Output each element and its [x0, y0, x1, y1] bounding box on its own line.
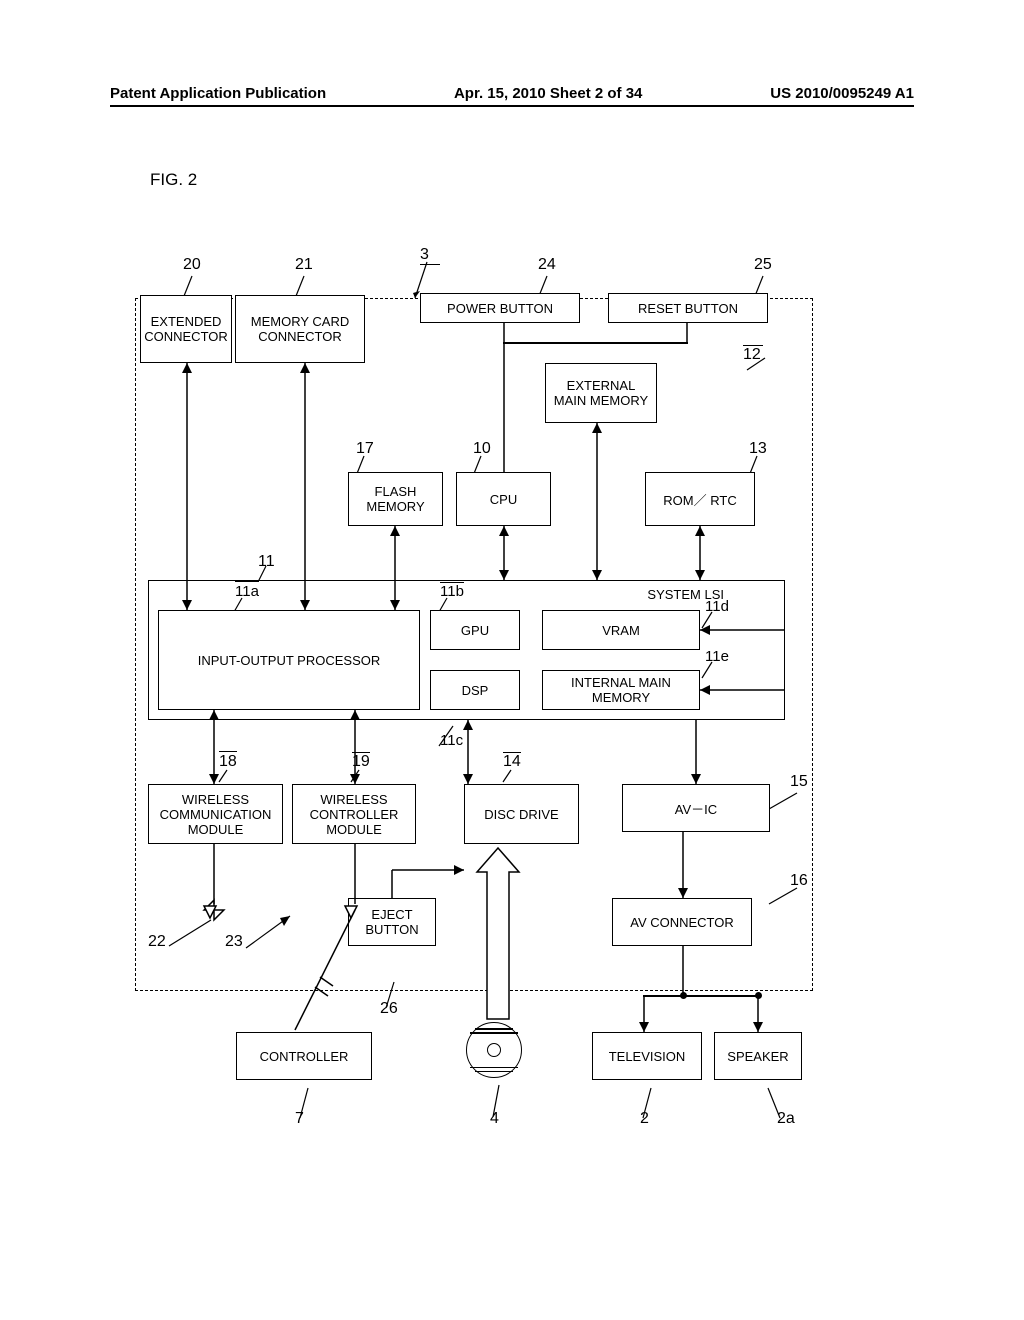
ref-15: 15 — [790, 773, 808, 791]
ref-11e: 11e — [705, 648, 729, 665]
ref-18: 18 — [219, 753, 237, 771]
ref-17: 17 — [356, 440, 374, 458]
ref-11b: 11b — [440, 583, 464, 600]
block-wireless-comm: WIRELESS COMMUNICATION MODULE — [148, 784, 283, 844]
block-cpu: CPU — [456, 472, 551, 526]
ref-11a: 11a — [235, 583, 259, 600]
block-av-connector: AV CONNECTOR — [612, 898, 752, 946]
block-flash-memory: FLASH MEMORY — [348, 472, 443, 526]
header-center: Apr. 15, 2010 Sheet 2 of 34 — [454, 85, 642, 102]
block-power-button: POWER BUTTON — [420, 293, 580, 323]
ref-21: 21 — [295, 256, 313, 274]
block-external-main-memory: EXTERNAL MAIN MEMORY — [545, 363, 657, 423]
block-gpu: GPU — [430, 610, 520, 650]
header-right: US 2010/0095249 A1 — [770, 85, 914, 102]
junction-dot — [755, 992, 762, 999]
figure-label: FIG. 2 — [150, 170, 197, 190]
block-av-ic: AV－IC — [622, 784, 770, 832]
disc-icon — [466, 1022, 522, 1078]
ref-13: 13 — [749, 440, 767, 458]
junction-dot — [680, 992, 687, 999]
ref-25: 25 — [754, 256, 772, 274]
block-internal-main-memory: INTERNAL MAIN MEMORY — [542, 670, 700, 710]
block-diagram: 3 20 21 24 25 EXTENDED CONNECTOR MEMORY … — [130, 240, 830, 1140]
ref-22: 22 — [148, 933, 166, 951]
header-rule — [110, 105, 914, 107]
ref-10: 10 — [473, 440, 491, 458]
block-television: TELEVISION — [592, 1032, 702, 1080]
block-controller: CONTROLLER — [236, 1032, 372, 1080]
block-memory-card-connector: MEMORY CARD CONNECTOR — [235, 295, 365, 363]
ref-14: 14 — [503, 753, 521, 771]
block-wireless-ctrl: WIRELESS CONTROLLER MODULE — [292, 784, 416, 844]
block-speaker: SPEAKER — [714, 1032, 802, 1080]
ref-24: 24 — [538, 256, 556, 274]
block-rom-rtc: ROM／ RTC — [645, 472, 755, 526]
header-left: Patent Application Publication — [110, 85, 326, 102]
block-disc-drive: DISC DRIVE — [464, 784, 579, 844]
ref-23: 23 — [225, 933, 243, 951]
block-io-processor: INPUT-OUTPUT PROCESSOR — [158, 610, 420, 710]
block-vram: VRAM — [542, 610, 700, 650]
block-extended-connector: EXTENDED CONNECTOR — [140, 295, 232, 363]
block-dsp: DSP — [430, 670, 520, 710]
block-reset-button: RESET BUTTON — [608, 293, 768, 323]
ref-11d: 11d — [705, 598, 729, 615]
ref-20: 20 — [183, 256, 201, 274]
ref-16: 16 — [790, 872, 808, 890]
